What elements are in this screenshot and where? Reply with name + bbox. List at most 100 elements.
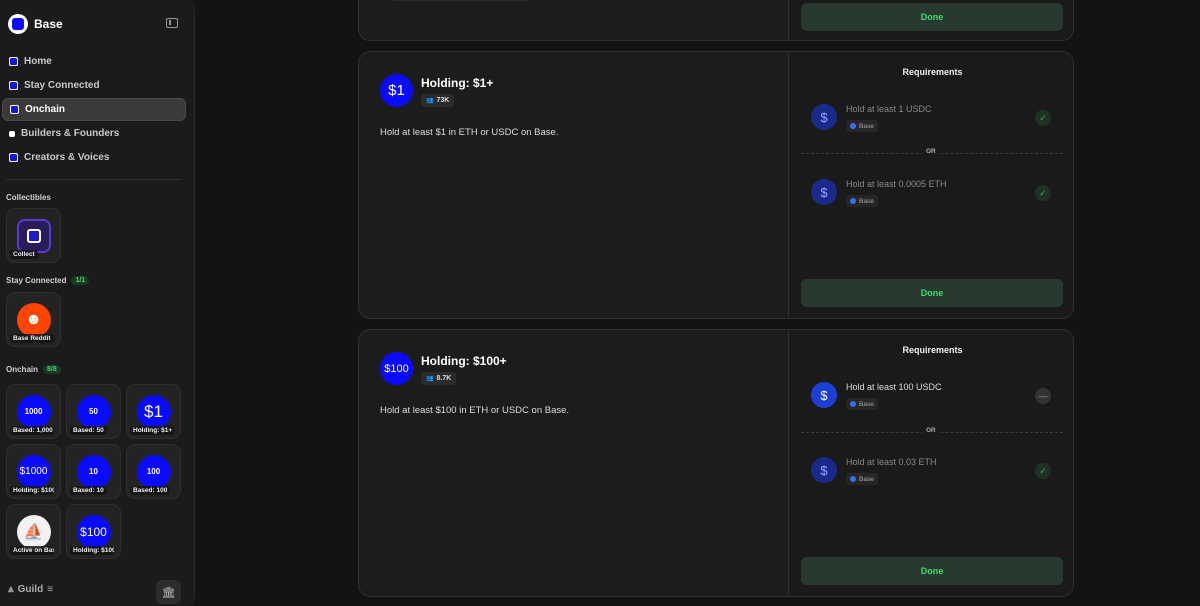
dollar-1000-icon: $1000 bbox=[16, 454, 51, 489]
pending-icon: — bbox=[1035, 388, 1051, 404]
nav-item-onchain[interactable]: Onchain bbox=[2, 98, 186, 121]
dollar-1-icon: $1 bbox=[380, 74, 413, 107]
tile-label: Base Reddit bbox=[10, 334, 54, 343]
requirements-title: Requirements bbox=[902, 345, 963, 355]
tile-label: Based: 50 bbox=[70, 426, 107, 435]
reward-tile-based-10[interactable]: 10 Based: 10 bbox=[66, 444, 121, 499]
role-card-requirements: Requirements $ Hold at least 100 USDC Ba… bbox=[788, 330, 1073, 596]
app-window: Base Home Stay Connected Onchain Builder… bbox=[0, 0, 1200, 606]
or-separator: OR bbox=[801, 148, 1063, 158]
tile-label: Active on Base bbox=[10, 546, 54, 555]
section-title-onchain: Onchain 8/8 bbox=[6, 365, 61, 374]
chain-name: Base bbox=[859, 475, 874, 483]
done-label: Done bbox=[920, 288, 944, 298]
tile-label: Based: 100 bbox=[130, 486, 171, 495]
nav-item-label: Stay Connected bbox=[24, 80, 100, 91]
role-card-previous: Done bbox=[358, 0, 1074, 41]
tile-label: Based: 1,000 bbox=[10, 426, 54, 435]
reward-tile-active-on-base[interactable]: ⛵ Active on Base bbox=[6, 504, 61, 559]
requirement-item: $ Hold at least 100 USDC Base — bbox=[811, 380, 1057, 416]
tile-label: Holding: $100+ bbox=[70, 546, 114, 555]
members-icon: 👥 bbox=[426, 98, 434, 104]
reward-tile-base-reddit[interactable]: ☻ Base Reddit bbox=[6, 292, 61, 347]
section-title-collectibles: Collectibles bbox=[6, 193, 51, 202]
reddit-icon: ☻ bbox=[16, 302, 51, 337]
guild-label: Guild bbox=[17, 584, 44, 595]
nav-item-builders-founders[interactable]: Builders & Founders bbox=[2, 122, 186, 145]
member-count: 8.7K bbox=[436, 375, 452, 382]
requirement-text: Hold at least 0.03 ETH bbox=[846, 457, 937, 467]
base-chain-icon bbox=[850, 198, 856, 204]
nav-item-label: Home bbox=[24, 56, 52, 67]
stay-connected-icon bbox=[9, 81, 18, 90]
reward-tile-based-50[interactable]: 50 Based: 50 bbox=[66, 384, 121, 439]
section-title-text: Onchain bbox=[6, 365, 39, 374]
reward-tile-holding-100[interactable]: $100 Holding: $100+ bbox=[66, 504, 121, 559]
home-icon bbox=[9, 57, 18, 66]
hexagon-50-icon: 50 bbox=[76, 394, 111, 429]
member-count-badge: 👥 73K bbox=[421, 94, 455, 107]
sidebar-divider bbox=[6, 179, 182, 180]
hexagon-10-icon: 10 bbox=[76, 454, 111, 489]
section-title-stay-connected: Stay Connected 1/1 bbox=[6, 276, 90, 285]
sidebar: Base Home Stay Connected Onchain Builder… bbox=[0, 0, 195, 606]
nav-item-stay-connected[interactable]: Stay Connected bbox=[2, 74, 186, 97]
nav-item-label: Creators & Voices bbox=[24, 152, 110, 163]
chain-badge: Base bbox=[846, 120, 878, 132]
base-chain-icon bbox=[850, 476, 856, 482]
or-label: OR bbox=[922, 427, 940, 434]
dollar-1-icon: $1 bbox=[136, 394, 171, 429]
role-card-requirements: Done bbox=[788, 0, 1073, 40]
collect-badge-icon bbox=[16, 218, 51, 253]
dollar-100-icon: $100 bbox=[380, 352, 413, 385]
brand-name: Base bbox=[34, 17, 63, 31]
role-title: Holding: $100+ bbox=[421, 354, 507, 368]
builders-icon bbox=[9, 130, 15, 137]
requirements-title: Requirements bbox=[902, 67, 963, 77]
tower-icon[interactable]: 🏛 bbox=[156, 580, 181, 604]
done-button[interactable]: Done bbox=[801, 557, 1063, 585]
chain-name: Base bbox=[859, 400, 874, 408]
tile-label: Collect bbox=[10, 250, 38, 259]
chain-name: Base bbox=[859, 197, 874, 205]
done-button[interactable]: Done bbox=[801, 279, 1063, 307]
chain-badge: Base bbox=[846, 195, 878, 207]
role-card-info bbox=[359, 0, 788, 40]
dollar-icon: $ bbox=[811, 179, 837, 205]
done-button[interactable]: Done bbox=[801, 3, 1063, 31]
guild-logo-icon: ⩓ bbox=[8, 584, 14, 595]
menu-icon[interactable]: ≡ bbox=[47, 584, 53, 595]
check-icon: ✓ bbox=[1035, 110, 1051, 126]
reward-tile-based-1000[interactable]: 1000 Based: 1,000 bbox=[6, 384, 61, 439]
nav-item-home[interactable]: Home bbox=[2, 50, 186, 73]
reward-tile-based-100[interactable]: 100 Based: 100 bbox=[126, 444, 181, 499]
guild-brand[interactable]: ⩓ Guild ≡ bbox=[8, 584, 53, 595]
hexagon-100-icon: 100 bbox=[136, 454, 171, 489]
stub-element bbox=[391, 0, 531, 1]
requirement-item: $ Hold at least 1 USDC Base ✓ bbox=[811, 102, 1057, 138]
nav-item-label: Builders & Founders bbox=[21, 128, 120, 139]
base-chain-icon bbox=[850, 123, 856, 129]
reward-tile-holding-1000[interactable]: $1000 Holding: $1000+ bbox=[6, 444, 61, 499]
nav-item-label: Onchain bbox=[25, 104, 66, 115]
reward-tile-collect[interactable]: Collect bbox=[6, 208, 61, 263]
chain-badge: Base bbox=[846, 473, 878, 485]
base-logo-icon bbox=[8, 14, 28, 34]
collapse-sidebar-icon[interactable] bbox=[166, 18, 178, 28]
sidebar-nav: Home Stay Connected Onchain Builders & F… bbox=[2, 50, 186, 170]
member-count-badge: 👥 8.7K bbox=[421, 372, 457, 385]
chain-badge: Base bbox=[846, 398, 878, 410]
count-badge: 1/1 bbox=[71, 276, 90, 285]
role-title: Holding: $1+ bbox=[421, 76, 494, 90]
role-card-info: $1 Holding: $1+ 👥 73K Hold at least $1 i… bbox=[359, 52, 788, 318]
requirement-text: Hold at least 0.0005 ETH bbox=[846, 179, 947, 189]
brand[interactable]: Base bbox=[8, 12, 63, 36]
count-badge: 8/8 bbox=[43, 365, 61, 374]
done-label: Done bbox=[920, 12, 944, 22]
nav-item-creators-voices[interactable]: Creators & Voices bbox=[2, 146, 186, 169]
tower-glyph: 🏛 bbox=[161, 586, 176, 599]
done-label: Done bbox=[920, 566, 944, 576]
check-icon: ✓ bbox=[1035, 185, 1051, 201]
role-card-requirements: Requirements $ Hold at least 1 USDC Base… bbox=[788, 52, 1073, 318]
reward-tile-holding-1[interactable]: $1 Holding: $1+ bbox=[126, 384, 181, 439]
